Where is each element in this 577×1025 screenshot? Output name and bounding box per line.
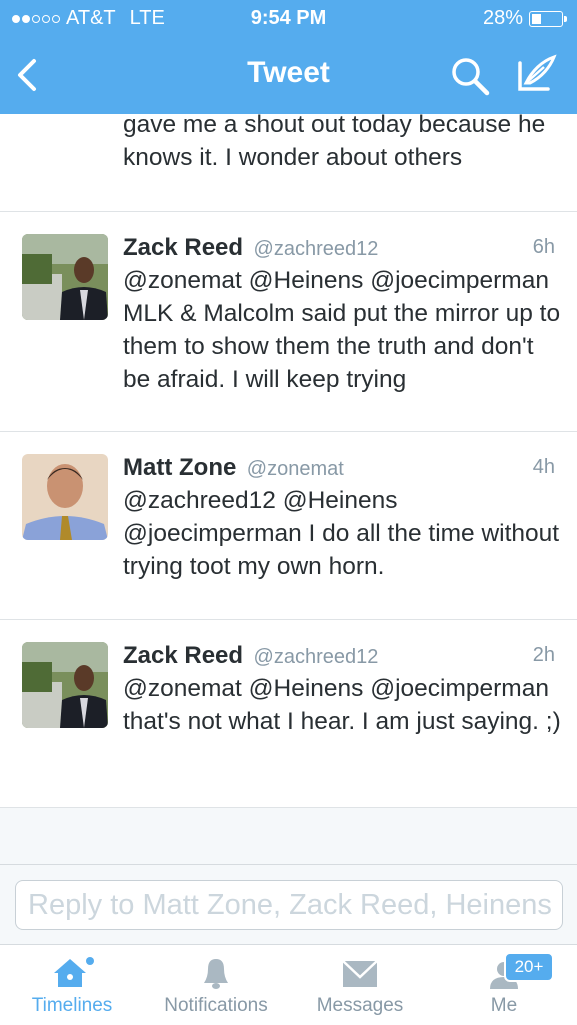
conversation-list: gave me a shout out today because he kno… — [0, 114, 577, 864]
avatar[interactable] — [22, 234, 108, 320]
reply-input[interactable]: Reply to Matt Zone, Zack Reed, Heinens — [15, 880, 563, 930]
tweet-text: gave me a shout out today because he kno… — [123, 114, 546, 171]
tweet-time: 2h — [532, 644, 555, 666]
avatar-image — [22, 234, 108, 320]
tweet-header: Zack Reed @zachreed12 2h — [123, 642, 555, 672]
battery-indicator: 28% — [482, 7, 567, 30]
tab-label: Messages — [316, 995, 404, 1016]
tweet-item[interactable]: Zack Reed @zachreed12 2h @zonemat @Heine… — [0, 620, 577, 808]
home-icon — [54, 957, 94, 987]
battery-percent: 28% — [482, 7, 523, 29]
tab-timelines[interactable]: Timelines — [0, 945, 144, 1025]
envelope-icon — [342, 960, 378, 987]
tweet-time: 4h — [532, 456, 555, 478]
tweet-item[interactable]: gave me a shout out today because he kno… — [0, 114, 577, 212]
tweet-item[interactable]: Zack Reed @zachreed12 6h @zonemat @Heine… — [0, 212, 577, 432]
avatar-image — [22, 454, 108, 540]
author-handle[interactable]: @zonemat — [247, 458, 344, 480]
author-handle[interactable]: @zachreed12 — [254, 646, 379, 668]
author-name[interactable]: Zack Reed — [123, 642, 243, 669]
bell-icon — [204, 959, 228, 989]
tab-label: Notifications — [164, 995, 268, 1016]
search-icon[interactable] — [449, 55, 491, 97]
tab-notifications[interactable]: Notifications — [144, 945, 288, 1025]
tweet-header: Zack Reed @zachreed12 6h — [123, 234, 555, 264]
tab-bar: Timelines Notifications Messages Me — [0, 944, 577, 1025]
author-name[interactable]: Zack Reed — [123, 234, 243, 261]
tweet-text: @zonemat @Heinens @joecimperman that's n… — [123, 675, 561, 735]
tweet-header: Matt Zone @zonemat 4h — [123, 454, 555, 484]
avatar[interactable] — [22, 454, 108, 540]
tweet-time: 6h — [532, 236, 555, 258]
tweet-text: @zachreed12 @Heinens @joecimperman I do … — [123, 487, 560, 580]
avatar[interactable] — [22, 642, 108, 728]
navigation-bar: Tweet — [0, 37, 577, 114]
tab-messages[interactable]: Messages — [288, 945, 432, 1025]
author-handle[interactable]: @zachreed12 — [254, 238, 379, 260]
compose-icon[interactable] — [514, 53, 558, 95]
notification-badge: 20+ — [504, 952, 554, 982]
author-name[interactable]: Matt Zone — [123, 454, 236, 481]
battery-icon — [529, 10, 567, 27]
tweet-item[interactable]: Matt Zone @zonemat 4h @zachreed12 @Heine… — [0, 432, 577, 620]
reply-bar: Reply to Matt Zone, Zack Reed, Heinens — [0, 864, 577, 945]
tab-label: Timelines — [31, 995, 113, 1016]
status-bar: AT&T LTE 9:54 PM 28% — [0, 0, 577, 37]
tweet-text: @zonemat @Heinens @joecimperman MLK & Ma… — [123, 267, 561, 393]
avatar-image — [22, 642, 108, 728]
tab-label: Me — [490, 995, 518, 1016]
